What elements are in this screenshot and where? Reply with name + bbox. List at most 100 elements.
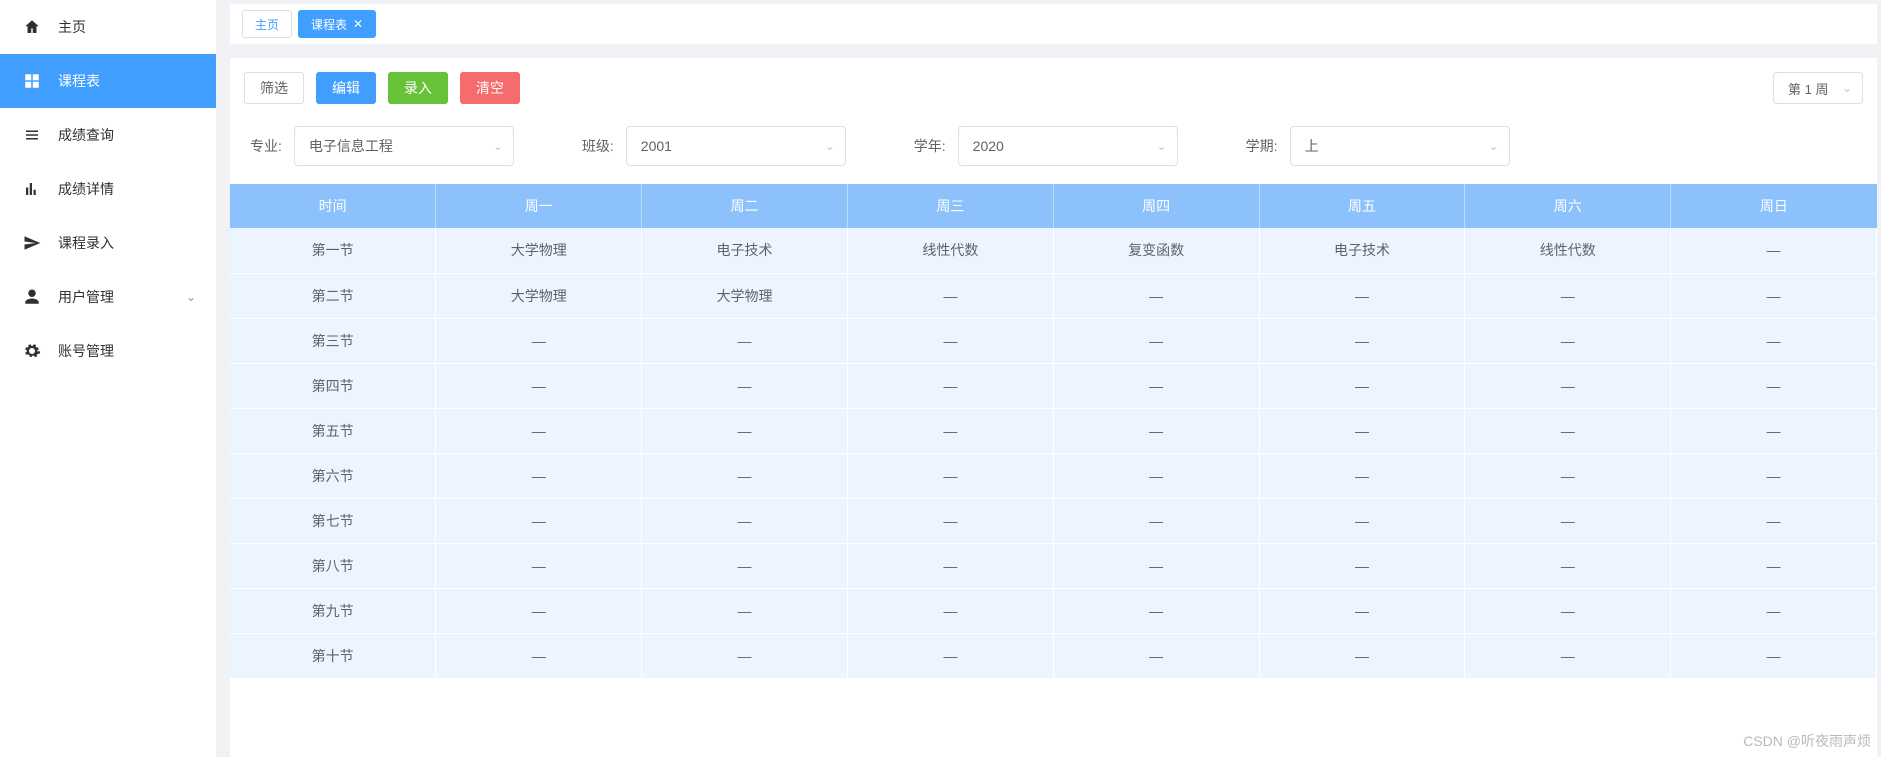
- time-cell: 第六节: [230, 453, 436, 498]
- schedule-cell: —: [847, 318, 1053, 363]
- sidebar-item-bars[interactable]: 成绩详情: [0, 162, 216, 216]
- class-select[interactable]: 2001 ⌄: [626, 126, 846, 166]
- schedule-cell: —: [1465, 318, 1671, 363]
- schedule-cell: —: [1259, 273, 1465, 318]
- schedule-cell: —: [1671, 273, 1877, 318]
- time-cell: 第十节: [230, 633, 436, 678]
- tab-label: 主页: [255, 16, 279, 33]
- chevron-down-icon: ⌄: [186, 290, 196, 304]
- time-cell: 第五节: [230, 408, 436, 453]
- schedule-cell: —: [1671, 363, 1877, 408]
- edit-button[interactable]: 编辑: [316, 72, 376, 104]
- table-row: 第九节———————: [230, 588, 1877, 633]
- table-row: 第四节———————: [230, 363, 1877, 408]
- sidebar-item-list[interactable]: 成绩查询: [0, 108, 216, 162]
- time-cell: 第二节: [230, 273, 436, 318]
- grid-icon: [20, 72, 44, 90]
- column-header: 周四: [1053, 184, 1259, 228]
- column-header: 周五: [1259, 184, 1465, 228]
- schedule-cell: 电子技术: [642, 228, 848, 273]
- sidebar-item-gear[interactable]: 账号管理: [0, 324, 216, 378]
- class-label: 班级:: [582, 136, 614, 156]
- home-icon: [20, 18, 44, 36]
- sidebar-item-label: 用户管理: [58, 287, 186, 307]
- term-label: 学期:: [1246, 136, 1278, 156]
- week-select[interactable]: 第 1 周 ⌄: [1773, 72, 1863, 104]
- time-cell: 第一节: [230, 228, 436, 273]
- chevron-down-icon: ⌄: [825, 139, 835, 153]
- schedule-cell: 电子技术: [1259, 228, 1465, 273]
- schedule-cell: —: [1053, 633, 1259, 678]
- schedule-cell: —: [1053, 363, 1259, 408]
- schedule-cell: —: [1465, 408, 1671, 453]
- term-select[interactable]: 上 ⌄: [1290, 126, 1510, 166]
- column-header: 周二: [642, 184, 848, 228]
- schedule-cell: —: [1465, 588, 1671, 633]
- major-select[interactable]: 电子信息工程 ⌄: [294, 126, 514, 166]
- tab-0[interactable]: 主页: [242, 10, 292, 38]
- chevron-down-icon: ⌄: [1489, 139, 1499, 153]
- column-header: 周三: [847, 184, 1053, 228]
- schedule-cell: —: [642, 453, 848, 498]
- schedule-cell: —: [1053, 273, 1259, 318]
- schedule-cell: —: [436, 498, 642, 543]
- filter-bar: 专业: 电子信息工程 ⌄ 班级: 2001 ⌄ 学年: 2: [230, 112, 1877, 184]
- schedule-cell: —: [436, 453, 642, 498]
- schedule-cell: —: [1053, 543, 1259, 588]
- schedule-cell: —: [1053, 408, 1259, 453]
- schedule-cell: —: [642, 633, 848, 678]
- schedule-cell: —: [436, 633, 642, 678]
- schedule-cell: —: [1671, 498, 1877, 543]
- list-icon: [20, 126, 44, 144]
- chevron-down-icon: ⌄: [1842, 81, 1852, 95]
- sidebar-item-home[interactable]: 主页: [0, 0, 216, 54]
- schedule-cell: —: [1465, 543, 1671, 588]
- time-cell: 第四节: [230, 363, 436, 408]
- close-icon[interactable]: ✕: [353, 17, 363, 31]
- schedule-cell: —: [642, 408, 848, 453]
- schedule-cell: —: [1465, 273, 1671, 318]
- schedule-cell: —: [847, 363, 1053, 408]
- year-select-value: 2020: [973, 138, 1004, 154]
- schedule-cell: 大学物理: [642, 273, 848, 318]
- schedule-cell: 线性代数: [847, 228, 1053, 273]
- chevron-down-icon: ⌄: [493, 139, 503, 153]
- week-select-value: 第 1 周: [1788, 79, 1828, 98]
- send-icon: [20, 234, 44, 252]
- schedule-cell: —: [436, 543, 642, 588]
- schedule-cell: —: [1671, 588, 1877, 633]
- column-header: 周一: [436, 184, 642, 228]
- schedule-cell: —: [1053, 453, 1259, 498]
- sidebar-item-user[interactable]: 用户管理 ⌄: [0, 270, 216, 324]
- schedule-cell: —: [1465, 453, 1671, 498]
- class-select-value: 2001: [641, 138, 672, 154]
- sidebar-item-grid[interactable]: 课程表: [0, 54, 216, 108]
- schedule-cell: —: [642, 498, 848, 543]
- entry-button[interactable]: 录入: [388, 72, 448, 104]
- table-row: 第五节———————: [230, 408, 1877, 453]
- schedule-cell: —: [1671, 453, 1877, 498]
- year-select[interactable]: 2020 ⌄: [958, 126, 1178, 166]
- schedule-cell: —: [1259, 453, 1465, 498]
- clear-button[interactable]: 清空: [460, 72, 520, 104]
- schedule-cell: —: [642, 543, 848, 588]
- sidebar-item-send[interactable]: 课程录入: [0, 216, 216, 270]
- sidebar: 主页 课程表 成绩查询 成绩详情 课程录入 用户管理 ⌄ 账号管理: [0, 0, 216, 757]
- filter-button[interactable]: 筛选: [244, 72, 304, 104]
- schedule-cell: 线性代数: [1465, 228, 1671, 273]
- main-area: 主页课程表✕ 筛选 编辑 录入 清空 第 1 周 ⌄ 专业: 电子信息工程 ⌄: [216, 0, 1881, 757]
- schedule-cell: —: [1259, 543, 1465, 588]
- bars-icon: [20, 180, 44, 198]
- schedule-cell: —: [1465, 363, 1671, 408]
- tab-1[interactable]: 课程表 ✕: [298, 10, 376, 38]
- time-cell: 第七节: [230, 498, 436, 543]
- schedule-table-wrap[interactable]: 时间周一周二周三周四周五周六周日 第一节大学物理电子技术线性代数复变函数电子技术…: [230, 184, 1877, 757]
- major-select-value: 电子信息工程: [309, 136, 393, 156]
- schedule-cell: —: [847, 453, 1053, 498]
- schedule-cell: —: [1671, 633, 1877, 678]
- tab-label: 课程表: [311, 16, 347, 33]
- schedule-cell: —: [1053, 588, 1259, 633]
- column-header: 周日: [1671, 184, 1877, 228]
- schedule-cell: —: [1259, 318, 1465, 363]
- schedule-cell: —: [847, 498, 1053, 543]
